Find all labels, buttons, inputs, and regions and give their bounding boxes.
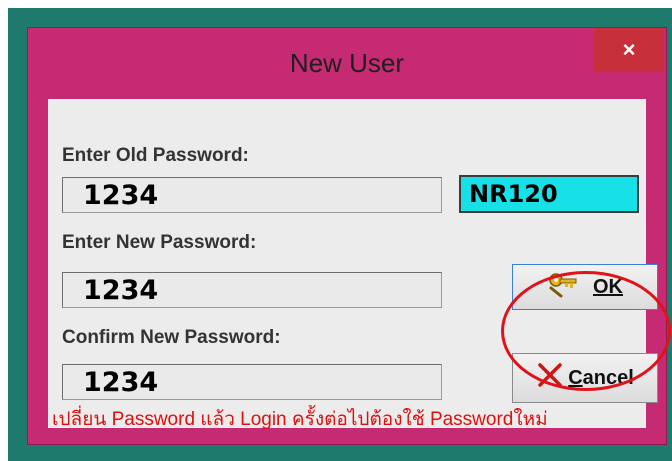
new-password-field[interactable]: 1234 <box>62 272 442 308</box>
confirm-password-label: Confirm New Password: <box>62 327 281 348</box>
password-change-hint: เปลี่ยน Password แล้ว Login ครั้งต่อไปต้… <box>52 409 548 430</box>
dialog-body: Enter Old Password: 1234 NR120 Enter New… <box>48 99 671 430</box>
old-password-field[interactable]: 1234 <box>62 177 442 213</box>
close-button[interactable]: × <box>594 28 664 72</box>
user-code-field[interactable]: NR120 <box>459 175 639 213</box>
old-password-label: Enter Old Password: <box>62 145 249 166</box>
close-icon: × <box>622 37 636 62</box>
new-user-dialog: New User × Enter Old Password: 1234 NR12… <box>27 27 671 445</box>
confirm-password-field[interactable]: 1234 <box>62 364 442 400</box>
dialog-title: New User <box>289 48 405 78</box>
highlight-circle <box>501 271 671 391</box>
title-bar[interactable]: New User × <box>28 28 666 98</box>
new-password-label: Enter New Password: <box>62 232 257 253</box>
